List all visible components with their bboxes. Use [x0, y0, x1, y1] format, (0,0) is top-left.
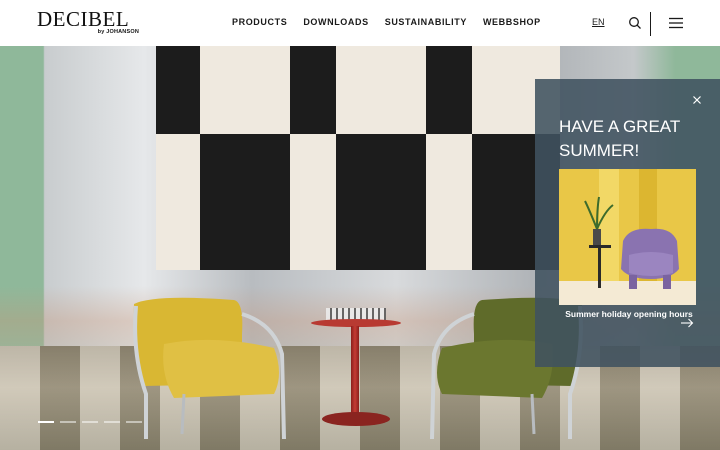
slider-dot-4[interactable] [104, 421, 120, 423]
summer-hours-link[interactable]: Summer holiday opening hours [559, 308, 699, 320]
search-icon[interactable] [628, 16, 642, 30]
summer-popup: HAVE A GREAT SUMMER! Summer holiday open… [535, 79, 720, 367]
nav-item-products[interactable]: PRODUCTS [232, 17, 287, 27]
slider-dot-1[interactable] [38, 421, 54, 423]
main-nav: PRODUCTS DOWNLOADS SUSTAINABILITY WEBBSH… [232, 17, 541, 27]
brand-name: DECIBEL [37, 7, 130, 31]
hamburger-menu-icon[interactable] [668, 16, 684, 30]
slider-dot-2[interactable] [60, 421, 76, 423]
hero-slider-pagination [38, 421, 142, 423]
nav-item-sustainability[interactable]: SUSTAINABILITY [385, 17, 467, 27]
site-header: DECIBEL by JOHANSON PRODUCTS DOWNLOADS S… [0, 0, 720, 46]
acoustic-wall-panel [156, 46, 560, 270]
nav-item-webbshop[interactable]: WEBBSHOP [483, 17, 541, 27]
popup-image[interactable] [559, 169, 696, 305]
arrow-right-icon[interactable] [680, 315, 694, 328]
slider-dot-5[interactable] [126, 421, 142, 423]
side-table-leg [351, 326, 359, 418]
nav-item-downloads[interactable]: DOWNLOADS [303, 17, 368, 27]
header-divider [650, 12, 651, 36]
language-switch[interactable]: EN [592, 17, 605, 27]
popup-title: HAVE A GREAT SUMMER! [559, 117, 680, 160]
slider-dot-3[interactable] [82, 421, 98, 423]
yellow-lounge-chair [133, 297, 286, 440]
brand-sub: by JOHANSON [97, 29, 139, 35]
side-table-base [322, 412, 390, 426]
brand-logo[interactable]: DECIBEL by JOHANSON [37, 9, 141, 37]
close-icon[interactable] [690, 93, 704, 107]
